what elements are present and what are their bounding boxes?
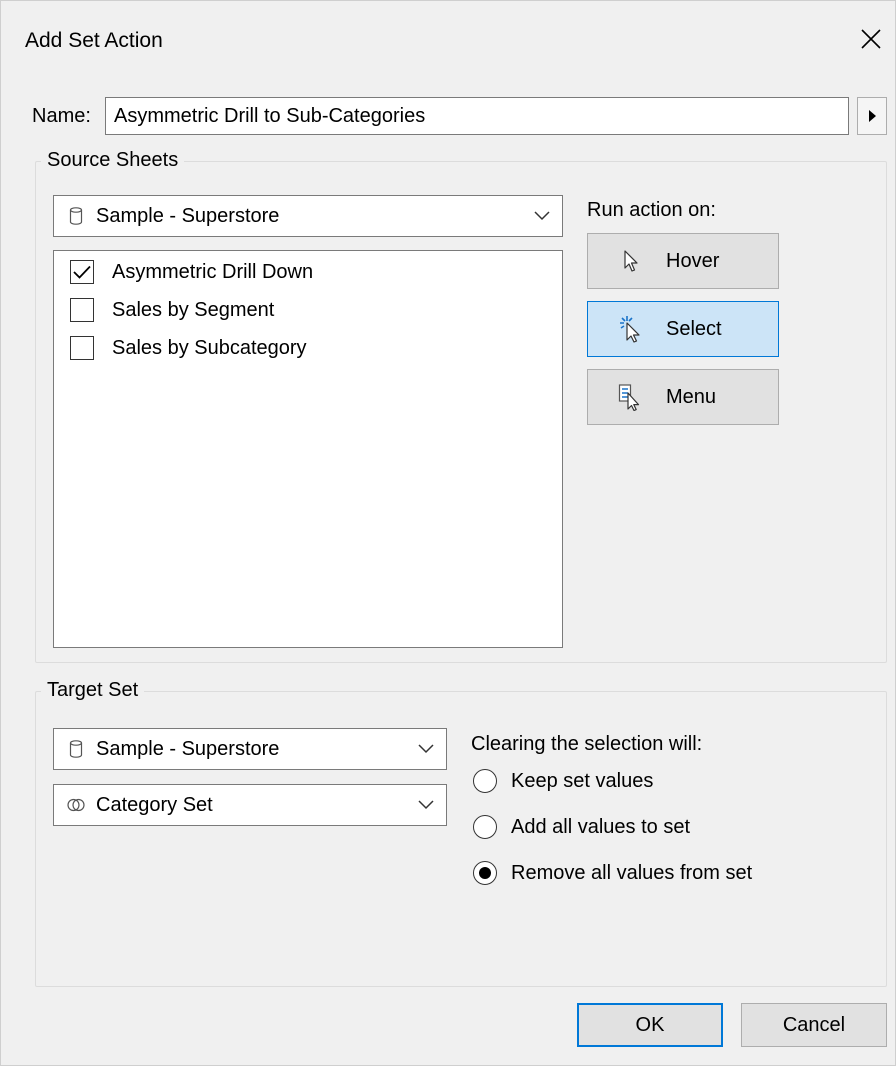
dialog-title: Add Set Action (25, 29, 163, 52)
name-label: Name: (32, 105, 91, 127)
insert-field-button[interactable] (857, 97, 887, 135)
chevron-down-icon (522, 211, 562, 221)
target-datasource-dropdown[interactable]: Sample - Superstore (53, 728, 447, 770)
sheet-item-asymmetric-drill-down[interactable]: Asymmetric Drill Down (70, 257, 313, 287)
run-on-menu-label: Menu (666, 385, 717, 408)
source-sheets-title: Source Sheets (41, 149, 185, 172)
radio-label: Keep set values (511, 769, 654, 792)
triangle-right-icon (869, 110, 876, 122)
run-on-select-button[interactable]: Select (587, 301, 779, 357)
checkbox-unchecked[interactable] (70, 298, 94, 322)
target-set-dropdown[interactable]: Category Set (53, 784, 447, 826)
checkmark-icon (73, 265, 91, 279)
ok-button[interactable]: OK (577, 1003, 723, 1047)
close-icon (861, 29, 881, 49)
checkbox-unchecked[interactable] (70, 336, 94, 360)
cancel-button[interactable]: Cancel (741, 1003, 887, 1047)
database-icon (66, 205, 86, 227)
hover-cursor-icon (618, 247, 644, 275)
radio-button[interactable] (473, 769, 497, 793)
run-on-hover-button[interactable]: Hover (587, 233, 779, 289)
checkbox-checked[interactable] (70, 260, 94, 284)
select-cursor-icon (618, 315, 644, 343)
radio-label: Remove all values from set (511, 861, 753, 884)
chevron-down-icon (406, 800, 446, 810)
radio-button-selected[interactable] (473, 861, 497, 885)
target-set-value: Category Set (96, 793, 213, 816)
radio-add-all-values[interactable]: Add all values to set (473, 812, 690, 842)
database-icon (66, 738, 86, 760)
sheets-list[interactable]: Asymmetric Drill Down Sales by Segment S… (53, 250, 563, 648)
radio-remove-all-values[interactable]: Remove all values from set (473, 858, 752, 888)
sheet-item-sales-by-subcategory[interactable]: Sales by Subcategory (70, 333, 307, 363)
radio-button[interactable] (473, 815, 497, 839)
source-datasource-dropdown[interactable]: Sample - Superstore (53, 195, 563, 237)
source-datasource-value: Sample - Superstore (96, 204, 280, 227)
radio-dot (479, 867, 491, 879)
chevron-down-icon (406, 744, 446, 754)
clearing-label: Clearing the selection will: (471, 733, 703, 755)
run-on-hover-label: Hover (666, 249, 720, 272)
sheet-item-sales-by-segment[interactable]: Sales by Segment (70, 295, 274, 325)
radio-label: Add all values to set (511, 815, 690, 838)
target-datasource-value: Sample - Superstore (96, 737, 280, 760)
run-action-label: Run action on: (587, 199, 716, 221)
run-on-select-label: Select (666, 317, 722, 340)
add-set-action-dialog: Add Set Action Name: Asymmetric Drill to… (0, 0, 896, 1066)
sheet-item-label: Sales by Segment (112, 298, 275, 321)
set-icon (66, 794, 86, 816)
radio-keep-set-values[interactable]: Keep set values (473, 766, 653, 796)
menu-cursor-icon (618, 383, 644, 411)
sheet-item-label: Sales by Subcategory (112, 336, 307, 359)
name-input[interactable]: Asymmetric Drill to Sub-Categories (105, 97, 849, 135)
title-bar: Add Set Action (1, 1, 895, 81)
target-set-title: Target Set (41, 679, 145, 702)
close-button[interactable] (849, 17, 893, 61)
sheet-item-label: Asymmetric Drill Down (112, 260, 314, 283)
run-on-menu-button[interactable]: Menu (587, 369, 779, 425)
